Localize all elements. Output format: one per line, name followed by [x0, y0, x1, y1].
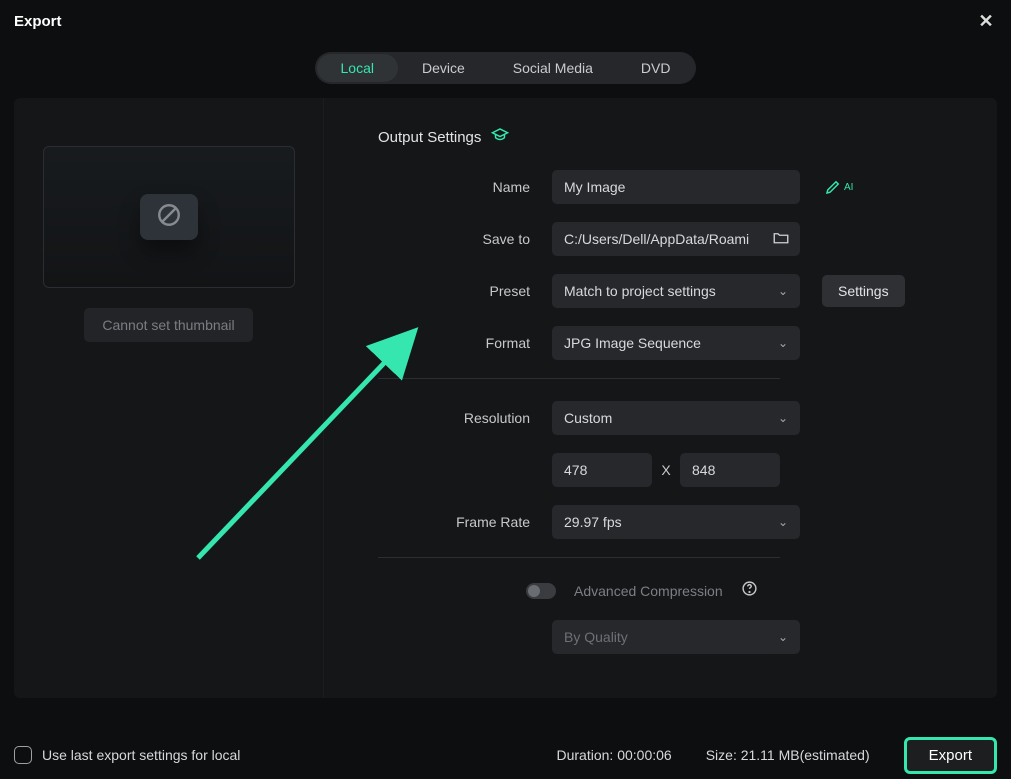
quality-value: By Quality [564, 629, 628, 645]
saveto-field[interactable]: C:/Users/Dell/AppData/Roami [552, 222, 800, 256]
preset-value: Match to project settings [564, 283, 716, 299]
preset-select[interactable]: Match to project settings ⌄ [552, 274, 800, 308]
tab-local[interactable]: Local [317, 54, 398, 82]
resolution-label: Resolution [378, 410, 552, 426]
preset-settings-button[interactable]: Settings [822, 275, 905, 307]
quality-select: By Quality ⌄ [552, 620, 800, 654]
chevron-down-icon: ⌄ [778, 336, 788, 350]
framerate-select[interactable]: 29.97 fps ⌄ [552, 505, 800, 539]
advanced-compression-toggle[interactable] [526, 583, 556, 599]
set-thumbnail-button: Cannot set thumbnail [84, 308, 252, 342]
close-icon[interactable]: ✕ [975, 10, 997, 32]
framerate-value: 29.97 fps [564, 514, 622, 530]
divider [378, 557, 780, 558]
height-input[interactable] [680, 453, 780, 487]
thumbnail-preview [43, 146, 295, 288]
size-display: Size: 21.11 MB(estimated) [706, 747, 870, 763]
width-input[interactable] [552, 453, 652, 487]
ai-label: AI [844, 182, 853, 193]
name-label: Name [378, 179, 552, 195]
chevron-down-icon: ⌄ [778, 515, 788, 529]
advanced-compression-label: Advanced Compression [574, 583, 723, 599]
tab-social-media[interactable]: Social Media [489, 54, 617, 82]
folder-icon[interactable] [772, 229, 790, 250]
framerate-label: Frame Rate [378, 514, 552, 530]
education-icon[interactable] [491, 126, 509, 148]
name-input[interactable] [552, 170, 800, 204]
saveto-label: Save to [378, 231, 552, 247]
duration-display: Duration: 00:00:06 [557, 747, 672, 763]
ai-rename-button[interactable]: AI [824, 178, 853, 196]
chevron-down-icon: ⌄ [778, 284, 788, 298]
output-settings-heading: Output Settings [378, 129, 481, 146]
window-title: Export [14, 13, 62, 30]
preset-label: Preset [378, 283, 552, 299]
use-last-settings-checkbox[interactable] [14, 746, 32, 764]
use-last-settings-label: Use last export settings for local [42, 747, 240, 763]
resolution-x-label: X [652, 462, 680, 478]
resolution-value: Custom [564, 410, 612, 426]
format-label: Format [378, 335, 552, 351]
divider [378, 378, 780, 379]
export-button[interactable]: Export [904, 737, 997, 774]
chevron-down-icon: ⌄ [778, 630, 788, 644]
resolution-select[interactable]: Custom ⌄ [552, 401, 800, 435]
help-icon[interactable] [741, 580, 758, 602]
tab-bar: Local Device Social Media DVD [0, 52, 1011, 84]
saveto-value: C:/Users/Dell/AppData/Roami [564, 231, 749, 247]
no-thumbnail-icon [156, 202, 182, 233]
tab-device[interactable]: Device [398, 54, 489, 82]
format-select[interactable]: JPG Image Sequence ⌄ [552, 326, 800, 360]
tab-dvd[interactable]: DVD [617, 54, 695, 82]
format-value: JPG Image Sequence [564, 335, 701, 351]
chevron-down-icon: ⌄ [778, 411, 788, 425]
